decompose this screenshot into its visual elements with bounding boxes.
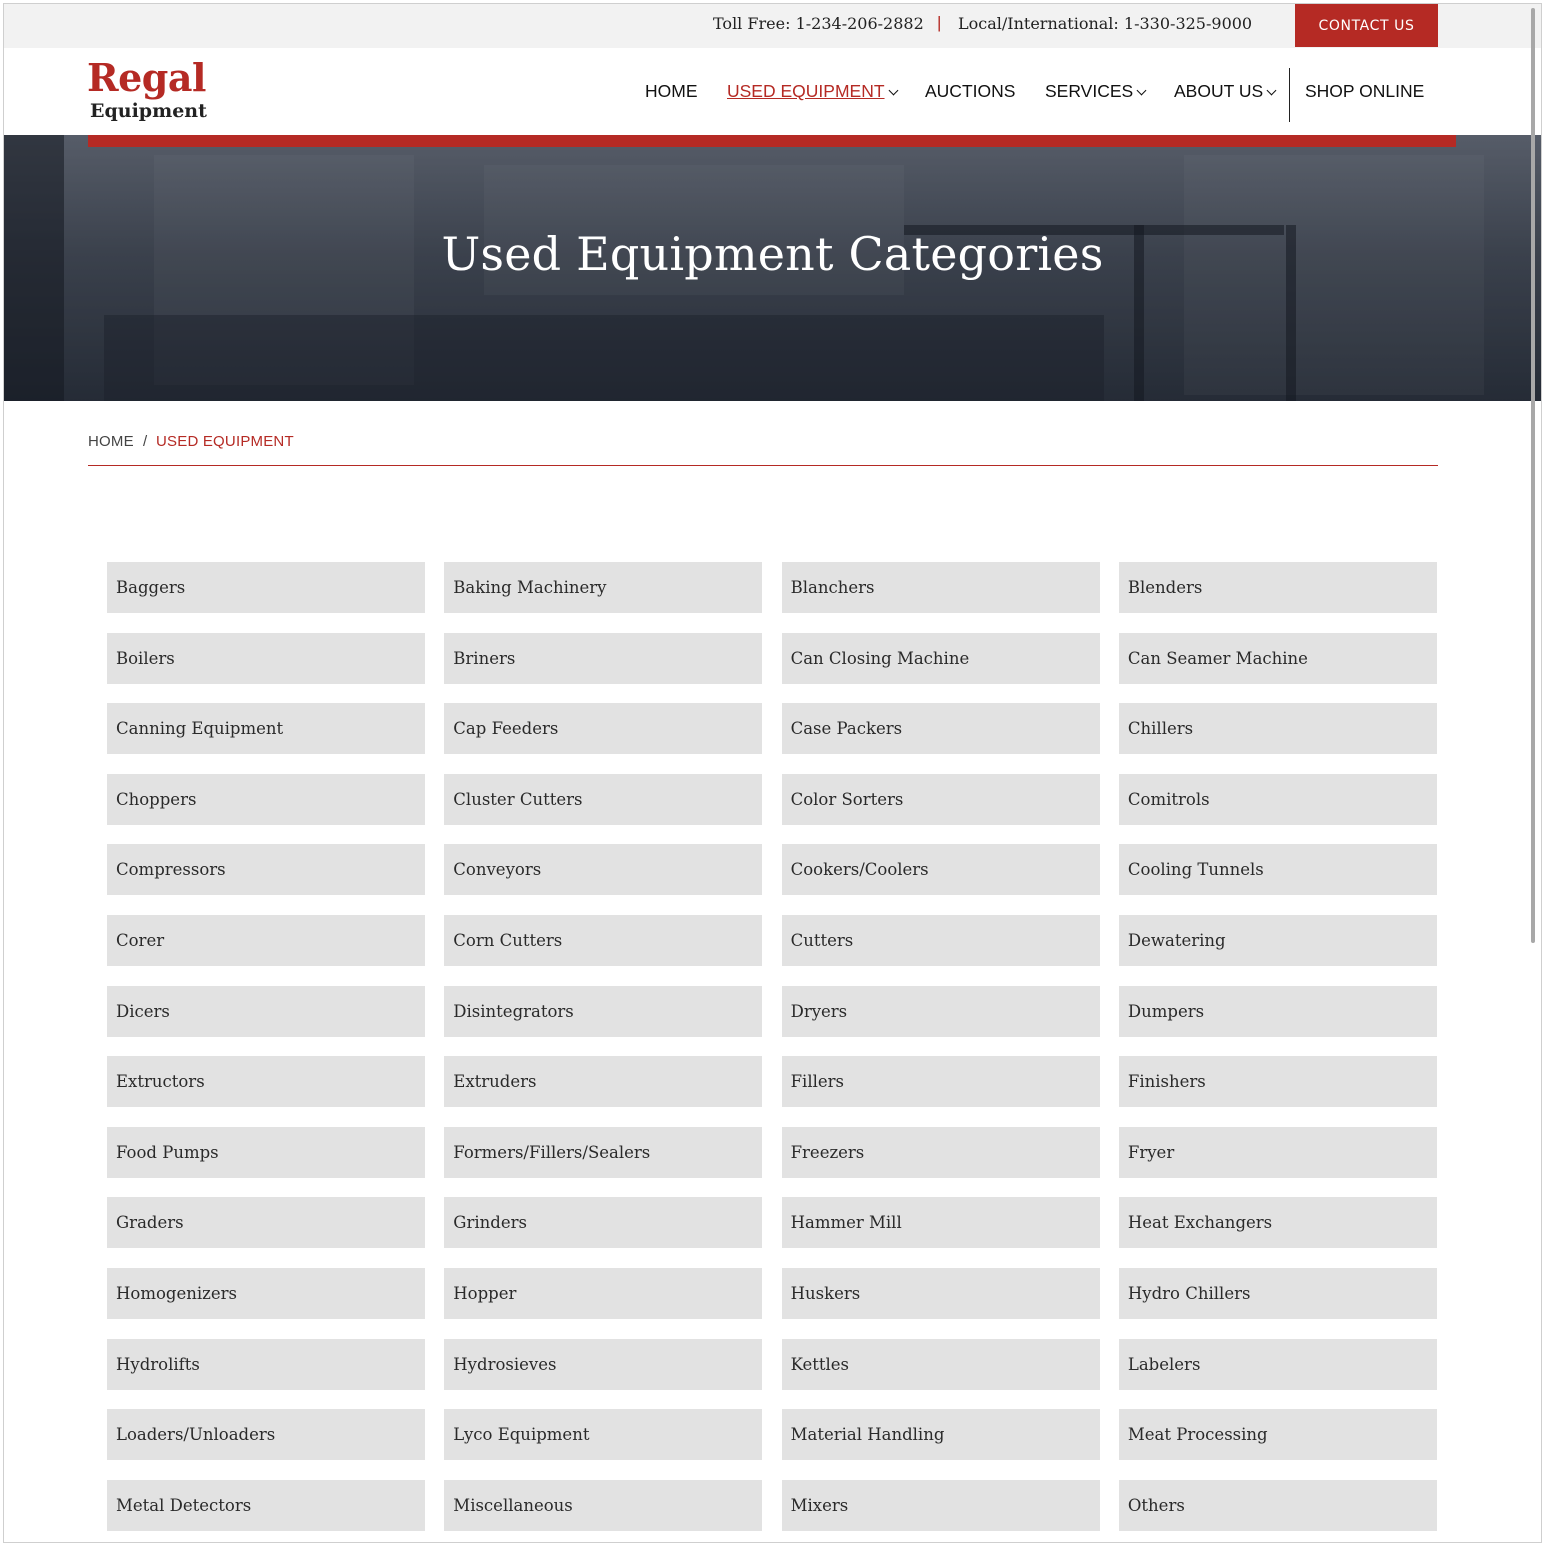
category-tile[interactable]: Extruders bbox=[444, 1056, 763, 1108]
phone-separator: | bbox=[937, 13, 942, 32]
nav-shop-online-label: SHOP ONLINE bbox=[1305, 81, 1425, 101]
category-tile[interactable]: Graders bbox=[107, 1197, 425, 1249]
category-tile[interactable]: Meat Processing bbox=[1118, 1409, 1437, 1461]
breadcrumb-home[interactable]: HOME bbox=[88, 433, 134, 450]
local-label: Local/International: bbox=[958, 14, 1119, 33]
category-tile[interactable]: Choppers bbox=[107, 773, 425, 825]
category-grid: Baggers Baking Machinery Blanchers Blenders… bbox=[107, 562, 1438, 1531]
category-tile[interactable]: Homogenizers bbox=[107, 1267, 425, 1319]
nav-auctions-label: AUCTIONS bbox=[925, 81, 1016, 101]
toll-free-phone[interactable]: Toll Free: 1-234-206-2882 bbox=[713, 14, 924, 33]
nav-used-equipment-label: USED EQUIPMENT bbox=[727, 81, 885, 101]
category-tile[interactable]: Blanchers bbox=[781, 562, 1100, 613]
category-tile[interactable]: Heat Exchangers bbox=[1118, 1197, 1437, 1249]
category-tile[interactable]: Hydro Chillers bbox=[1118, 1267, 1437, 1319]
category-tile[interactable]: Compressors bbox=[107, 844, 425, 896]
category-tile[interactable]: Baking Machinery bbox=[444, 562, 763, 613]
category-tile[interactable]: Baggers bbox=[107, 562, 425, 613]
page-scrollbar[interactable] bbox=[1531, 8, 1535, 943]
category-tile[interactable]: Loaders/Unloaders bbox=[107, 1409, 425, 1461]
category-tile[interactable]: Kettles bbox=[781, 1338, 1100, 1390]
logo-equipment: Equipment bbox=[90, 100, 207, 122]
category-tile[interactable]: Hopper bbox=[444, 1267, 763, 1319]
category-tile[interactable]: Freezers bbox=[781, 1126, 1100, 1178]
nav-divider bbox=[1289, 68, 1290, 122]
category-tile[interactable]: Material Handling bbox=[781, 1409, 1100, 1461]
category-tile[interactable]: Finishers bbox=[1118, 1056, 1437, 1108]
logo-regal: Regal bbox=[87, 55, 206, 100]
breadcrumb-separator: / bbox=[143, 433, 148, 450]
category-tile[interactable]: Comitrols bbox=[1118, 773, 1437, 825]
chevron-down-icon bbox=[1266, 85, 1277, 96]
category-tile[interactable]: Cluster Cutters bbox=[444, 773, 763, 825]
breadcrumb-divider bbox=[88, 465, 1438, 466]
browser-page: Toll Free: 1-234-206-2882 | Local/Intern… bbox=[3, 3, 1542, 1543]
category-tile[interactable]: Boilers bbox=[107, 632, 425, 684]
category-tile[interactable]: Food Pumps bbox=[107, 1126, 425, 1178]
page-title: Used Equipment Categories bbox=[441, 227, 1104, 281]
nav-auctions[interactable]: AUCTIONS bbox=[925, 81, 1015, 102]
category-tile[interactable]: Disintegrators bbox=[444, 985, 763, 1037]
chevron-down-icon bbox=[888, 85, 898, 96]
nav-shop-online[interactable]: SHOP ONLINE bbox=[1305, 81, 1424, 102]
category-tile[interactable]: Cookers/Coolers bbox=[781, 844, 1100, 896]
category-tile[interactable]: Lyco Equipment bbox=[444, 1409, 763, 1461]
category-tile[interactable]: Grinders bbox=[444, 1197, 763, 1249]
local-number: 1-330-325-9000 bbox=[1123, 14, 1253, 33]
toll-free-label: Toll Free: bbox=[713, 14, 791, 33]
category-tile[interactable]: Cooling Tunnels bbox=[1118, 844, 1437, 896]
nav-home[interactable]: HOME bbox=[645, 81, 698, 102]
category-tile[interactable]: Canning Equipment bbox=[107, 703, 425, 755]
category-tile[interactable]: Conveyors bbox=[444, 844, 763, 896]
category-tile[interactable]: Huskers bbox=[781, 1267, 1100, 1319]
category-tile[interactable]: Extructors bbox=[107, 1056, 425, 1108]
category-tile[interactable]: Dryers bbox=[781, 985, 1100, 1037]
category-tile[interactable]: Mixers bbox=[781, 1479, 1100, 1531]
category-tile[interactable]: Metal Detectors bbox=[107, 1479, 425, 1531]
category-tile[interactable]: Cutters bbox=[781, 914, 1100, 966]
nav-services[interactable]: SERVICES bbox=[1045, 81, 1147, 102]
category-tile[interactable]: Miscellaneous bbox=[444, 1479, 763, 1531]
category-tile[interactable]: Color Sorters bbox=[781, 773, 1100, 825]
category-tile[interactable]: Cap Feeders bbox=[444, 703, 763, 755]
local-phone[interactable]: Local/International: 1-330-325-9000 bbox=[958, 14, 1252, 33]
category-tile[interactable]: Labelers bbox=[1118, 1338, 1437, 1390]
category-tile[interactable]: Dumpers bbox=[1118, 985, 1437, 1037]
nav-about-us[interactable]: ABOUT US bbox=[1174, 81, 1277, 102]
category-tile[interactable]: Fryer bbox=[1118, 1126, 1437, 1178]
category-tile[interactable]: Can Seamer Machine bbox=[1118, 632, 1437, 684]
category-tile[interactable]: Formers/Fillers/Sealers bbox=[444, 1126, 763, 1178]
category-tile[interactable]: Can Closing Machine bbox=[781, 632, 1100, 684]
category-tile[interactable]: Others bbox=[1118, 1479, 1437, 1531]
top-contact-bar: Toll Free: 1-234-206-2882 | Local/Intern… bbox=[4, 4, 1541, 48]
category-tile[interactable]: Case Packers bbox=[781, 703, 1100, 755]
breadcrumb-current: USED EQUIPMENT bbox=[156, 433, 294, 450]
hero-banner: Used Equipment Categories bbox=[4, 135, 1541, 401]
category-tile[interactable]: Hammer Mill bbox=[781, 1197, 1100, 1249]
category-tile[interactable]: Blenders bbox=[1118, 562, 1437, 613]
category-tile[interactable]: Hydrosieves bbox=[444, 1338, 763, 1390]
hero-accent-bar bbox=[88, 135, 1456, 147]
chevron-down-icon bbox=[1136, 85, 1147, 96]
category-tile[interactable]: Fillers bbox=[781, 1056, 1100, 1108]
category-tile[interactable]: Dewatering bbox=[1118, 914, 1437, 966]
category-tile[interactable]: Corn Cutters bbox=[444, 914, 763, 966]
category-tile[interactable]: Briners bbox=[444, 632, 763, 684]
category-tile[interactable]: Hydrolifts bbox=[107, 1338, 425, 1390]
contact-us-button[interactable]: CONTACT US bbox=[1295, 4, 1438, 47]
category-tile[interactable]: Dicers bbox=[107, 985, 425, 1037]
category-tile[interactable]: Chillers bbox=[1118, 703, 1437, 755]
nav-services-label: SERVICES bbox=[1045, 81, 1134, 101]
nav-used-equipment[interactable]: USED EQUIPMENT bbox=[727, 81, 898, 102]
toll-free-number: 1-234-206-2882 bbox=[795, 14, 924, 33]
nav-home-label: HOME bbox=[645, 81, 698, 101]
site-header: Regal Equipment HOME USED EQUIPMENT AUCT… bbox=[4, 48, 1541, 135]
category-tile[interactable]: Corer bbox=[107, 914, 425, 966]
nav-about-us-label: ABOUT US bbox=[1174, 81, 1264, 101]
